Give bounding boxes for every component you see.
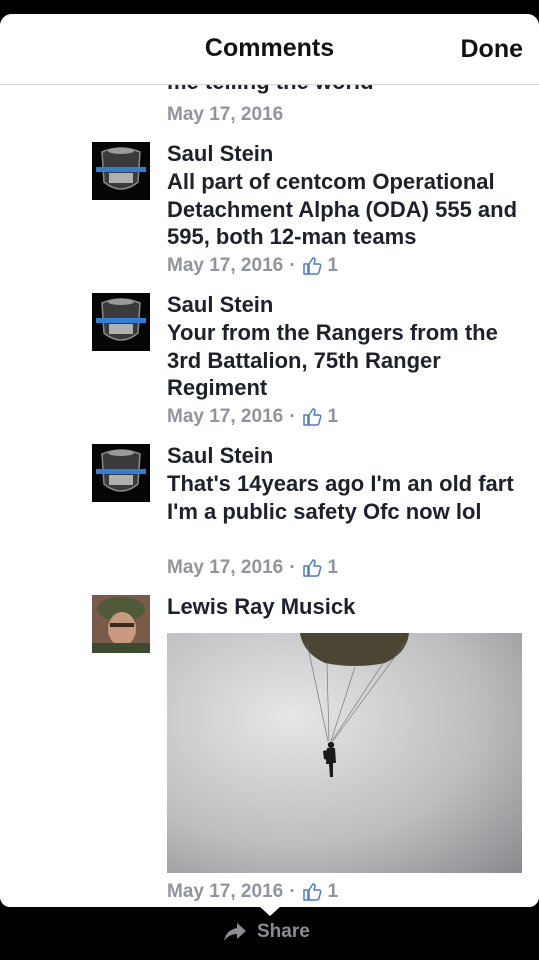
share-arrow-icon xyxy=(224,923,246,941)
comment-author[interactable]: Saul Stein xyxy=(167,141,273,167)
share-button[interactable]: Share xyxy=(223,921,310,943)
comment-timestamp[interactable]: May 17, 2016 xyxy=(167,104,283,126)
meta-separator: · xyxy=(289,881,296,902)
like-count: 1 xyxy=(327,406,339,427)
share-bar: Share xyxy=(0,906,539,960)
thumbs-up-icon[interactable] xyxy=(302,407,322,427)
comment-author[interactable]: Saul Stein xyxy=(167,292,273,318)
soldier-avatar-image xyxy=(92,595,150,653)
badge-avatar-image xyxy=(92,444,150,502)
comment-meta: May 17, 2016 · 1 xyxy=(167,881,338,903)
avatar-police-badge[interactable] xyxy=(92,142,150,200)
done-button[interactable]: Done xyxy=(461,35,524,64)
page-title: Comments xyxy=(204,34,335,62)
comment-timestamp[interactable]: May 17, 2016 xyxy=(167,557,283,579)
comments-list[interactable]: me telling the world May 17, 2016 Saul S… xyxy=(0,85,539,907)
comment-meta: May 17, 2016 · 1 xyxy=(167,557,338,579)
comment-author[interactable]: Lewis Ray Musick xyxy=(167,594,355,620)
comment-timestamp[interactable]: May 17, 2016 xyxy=(167,881,283,903)
avatar-soldier[interactable] xyxy=(92,595,150,653)
comment-photo-parachutist[interactable] xyxy=(167,633,522,873)
comment-timestamp[interactable]: May 17, 2016 xyxy=(167,255,283,277)
like-count: 1 xyxy=(327,557,339,578)
parachutist-photo-image xyxy=(167,633,522,873)
like-count: 1 xyxy=(327,881,339,902)
comment-text: That's 14years ago I'm an old fart I'm a… xyxy=(167,471,514,524)
avatar-police-badge[interactable] xyxy=(92,444,150,502)
comment-meta: May 17, 2016 · 1 xyxy=(167,406,338,428)
share-label: Share xyxy=(257,921,310,942)
comments-sheet: Comments Done me telling the world May 1… xyxy=(0,14,539,907)
popover-caret xyxy=(259,906,281,916)
comment-author[interactable]: Saul Stein xyxy=(167,443,273,469)
comments-header: Comments Done xyxy=(0,14,539,85)
partial-comment-text: me telling the world xyxy=(167,85,374,95)
thumbs-up-icon[interactable] xyxy=(302,256,322,276)
meta-separator: · xyxy=(289,557,296,578)
meta-separator: · xyxy=(289,406,296,427)
avatar-police-badge[interactable] xyxy=(92,293,150,351)
badge-avatar-image xyxy=(92,293,150,351)
comment-meta: May 17, 2016 xyxy=(167,104,283,126)
comment-text: Your from the Rangers from the 3rd Batta… xyxy=(167,320,498,400)
meta-separator: · xyxy=(289,255,296,276)
badge-avatar-image xyxy=(92,142,150,200)
thumbs-up-icon[interactable] xyxy=(302,882,322,902)
comment-meta: May 17, 2016 · 1 xyxy=(167,255,338,277)
like-count: 1 xyxy=(327,255,339,276)
comment-text: All part of centcom Operational Detachme… xyxy=(167,169,518,249)
comment-timestamp[interactable]: May 17, 2016 xyxy=(167,406,283,428)
thumbs-up-icon[interactable] xyxy=(302,558,322,578)
